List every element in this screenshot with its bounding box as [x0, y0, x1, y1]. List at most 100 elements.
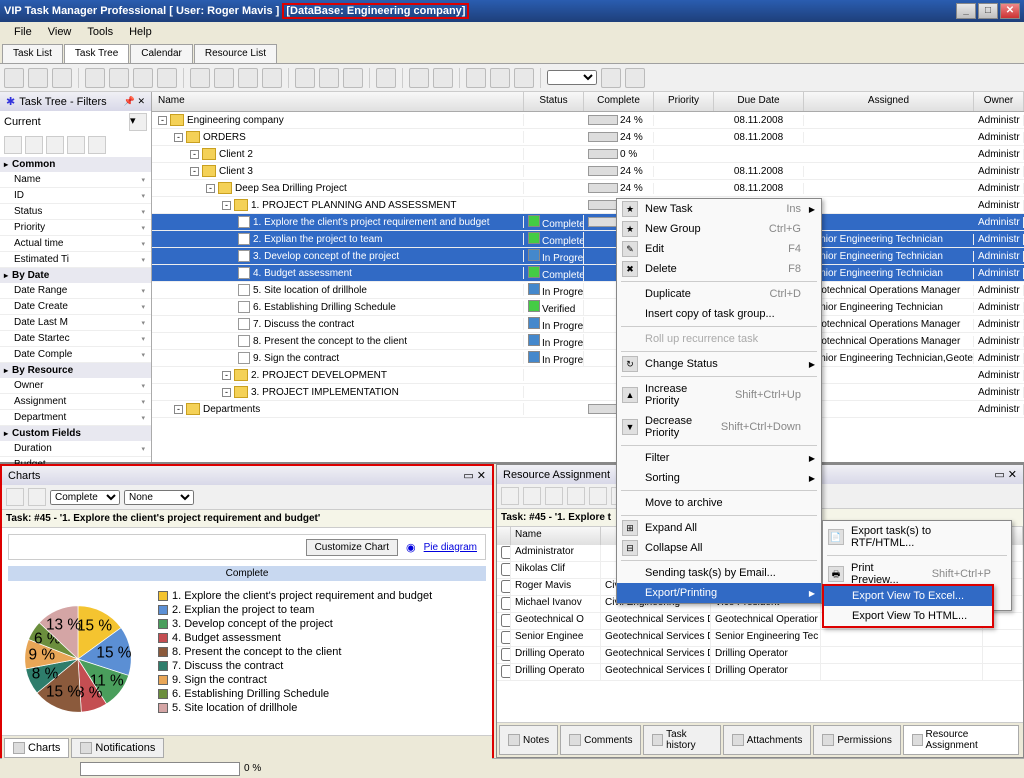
print-icon[interactable]: [6, 488, 24, 506]
customize-chart-button[interactable]: Customize Chart: [306, 539, 398, 556]
res-checkbox[interactable]: [501, 580, 511, 593]
close-button[interactable]: ✕: [1000, 3, 1020, 19]
ctx-insert-copy-of-task-group-[interactable]: Insert copy of task group...: [617, 304, 821, 324]
tree-row[interactable]: -3. PROJECT IMPLEMENTATIONAdministr: [152, 384, 1024, 401]
filter-btn[interactable]: [67, 136, 85, 154]
filter-group[interactable]: By Resource: [0, 363, 151, 378]
tree-row[interactable]: -1. PROJECT PLANNING AND ASSESSMENT73 %0…: [152, 197, 1024, 214]
res-checkbox[interactable]: [501, 563, 511, 576]
tab-resource-list[interactable]: Resource List: [194, 44, 277, 63]
tree-row[interactable]: 9. Sign the contractIn ProgressSenior En…: [152, 350, 1024, 367]
res-checkbox[interactable]: [501, 631, 511, 644]
filter-btn[interactable]: [88, 136, 106, 154]
ctx-change-status[interactable]: ↻Change Status▶: [617, 354, 821, 374]
expand-icon[interactable]: -: [174, 133, 183, 142]
filter-group[interactable]: By Date: [0, 268, 151, 283]
tree-row[interactable]: 3. Develop concept of the projectIn Prog…: [152, 248, 1024, 265]
tree-row[interactable]: -Client 20 %Administr: [152, 146, 1024, 163]
col-complete[interactable]: Complete: [584, 92, 654, 111]
ctx-export-view-to-excel-[interactable]: Export View To Excel...: [824, 586, 992, 606]
filter-item[interactable]: Date Comple: [0, 347, 151, 363]
tree-row[interactable]: -Engineering company24 %08.11.2008Admini…: [152, 112, 1024, 129]
tree-row[interactable]: 2. Explian the project to teamCompletedS…: [152, 231, 1024, 248]
tb-btn[interactable]: [319, 68, 339, 88]
ctx-sorting[interactable]: Sorting▶: [617, 468, 821, 488]
tab-notifications[interactable]: Notifications: [71, 738, 164, 758]
print-icon[interactable]: [28, 488, 46, 506]
filter-item[interactable]: Date Last M: [0, 315, 151, 331]
res-tb-btn[interactable]: [589, 487, 607, 505]
tb-btn[interactable]: [28, 68, 48, 88]
res-col[interactable]: [497, 527, 511, 545]
tab-resource-assignment[interactable]: Resource Assignment: [903, 725, 1019, 755]
filter-dropdown[interactable]: ▾: [129, 113, 147, 131]
filter-item[interactable]: Name: [0, 172, 151, 188]
menu-tools[interactable]: Tools: [79, 24, 121, 40]
tb-btn[interactable]: [433, 68, 453, 88]
filter-item[interactable]: Date Range: [0, 283, 151, 299]
tb-btn[interactable]: [262, 68, 282, 88]
tree-row[interactable]: 1. Explore the client's project requirem…: [152, 214, 1024, 231]
res-tb-btn[interactable]: [545, 487, 563, 505]
tb-btn[interactable]: [157, 68, 177, 88]
res-checkbox[interactable]: [501, 597, 511, 610]
ctx-increase-priority[interactable]: ▲Increase PriorityShift+Ctrl+Up: [617, 379, 821, 411]
filter-item[interactable]: Assignment: [0, 394, 151, 410]
col-due[interactable]: Due Date: [714, 92, 804, 111]
tb-btn[interactable]: [295, 68, 315, 88]
filter-item[interactable]: Department: [0, 410, 151, 426]
ctx-filter[interactable]: Filter▶: [617, 448, 821, 468]
tab-attachments[interactable]: Attachments: [723, 725, 812, 755]
ctx-collapse-all[interactable]: ⊟Collapse All: [617, 538, 821, 558]
minimize-button[interactable]: _: [956, 3, 976, 19]
ctx-export-view-to-html-[interactable]: Export View To HTML...: [824, 606, 992, 626]
filter-item[interactable]: Date Startec: [0, 331, 151, 347]
tree-row[interactable]: 6. Establishing Drilling ScheduleVerifie…: [152, 299, 1024, 316]
filter-item[interactable]: ID: [0, 188, 151, 204]
res-col-name[interactable]: Name: [511, 527, 601, 545]
tb-btn[interactable]: [601, 68, 621, 88]
menu-help[interactable]: Help: [121, 24, 160, 40]
expand-icon[interactable]: -: [158, 116, 167, 125]
ctx-delete[interactable]: ✖DeleteF8: [617, 259, 821, 279]
tree-row[interactable]: -Deep Sea Drilling Project24 %08.11.2008…: [152, 180, 1024, 197]
ctx-new-group[interactable]: ★New GroupCtrl+G: [617, 219, 821, 239]
panel-controls[interactable]: ▭ ✕: [994, 468, 1017, 481]
tb-btn[interactable]: [466, 68, 486, 88]
filter-item[interactable]: Duration: [0, 441, 151, 457]
tb-select[interactable]: [547, 70, 597, 85]
tree-row[interactable]: 4. Budget assessmentCompletedSenior Engi…: [152, 265, 1024, 282]
tb-btn[interactable]: [238, 68, 258, 88]
tb-btn[interactable]: [409, 68, 429, 88]
res-checkbox[interactable]: [501, 546, 511, 559]
tb-btn[interactable]: [343, 68, 363, 88]
tb-btn[interactable]: [190, 68, 210, 88]
resource-row[interactable]: Senior EngineeGeotechnical Services Depa…: [497, 630, 1023, 647]
maximize-button[interactable]: □: [978, 3, 998, 19]
expand-icon[interactable]: -: [222, 371, 231, 380]
tab-calendar[interactable]: Calendar: [130, 44, 193, 63]
panel-controls[interactable]: ▭ ✕: [463, 469, 486, 482]
res-tb-btn[interactable]: [523, 487, 541, 505]
tb-btn[interactable]: [376, 68, 396, 88]
tb-btn[interactable]: [514, 68, 534, 88]
tab-comments[interactable]: Comments: [560, 725, 641, 755]
filter-item[interactable]: Priority: [0, 220, 151, 236]
context-submenu-export-view[interactable]: Export View To Excel...Export View To HT…: [822, 584, 994, 628]
pie-diagram-link[interactable]: Pie diagram: [424, 542, 477, 553]
col-priority[interactable]: Priority: [654, 92, 714, 111]
resource-row[interactable]: Drilling OperatoGeotechnical Services De…: [497, 664, 1023, 681]
filter-item[interactable]: Owner: [0, 378, 151, 394]
filter-btn[interactable]: [4, 136, 22, 154]
tree-row[interactable]: -Departments14 %Administr: [152, 401, 1024, 418]
expand-icon[interactable]: -: [174, 405, 183, 414]
filter-btn[interactable]: [46, 136, 64, 154]
tb-btn[interactable]: [4, 68, 24, 88]
ctx-sending-task-s-by-email-[interactable]: Sending task(s) by Email...: [617, 563, 821, 583]
context-menu[interactable]: ★New TaskIns▶★New GroupCtrl+G✎EditF4✖Del…: [616, 198, 822, 604]
tb-btn[interactable]: [85, 68, 105, 88]
tb-btn[interactable]: [52, 68, 72, 88]
tb-btn[interactable]: [109, 68, 129, 88]
res-tb-btn[interactable]: [567, 487, 585, 505]
tab-notes[interactable]: Notes: [499, 725, 558, 755]
